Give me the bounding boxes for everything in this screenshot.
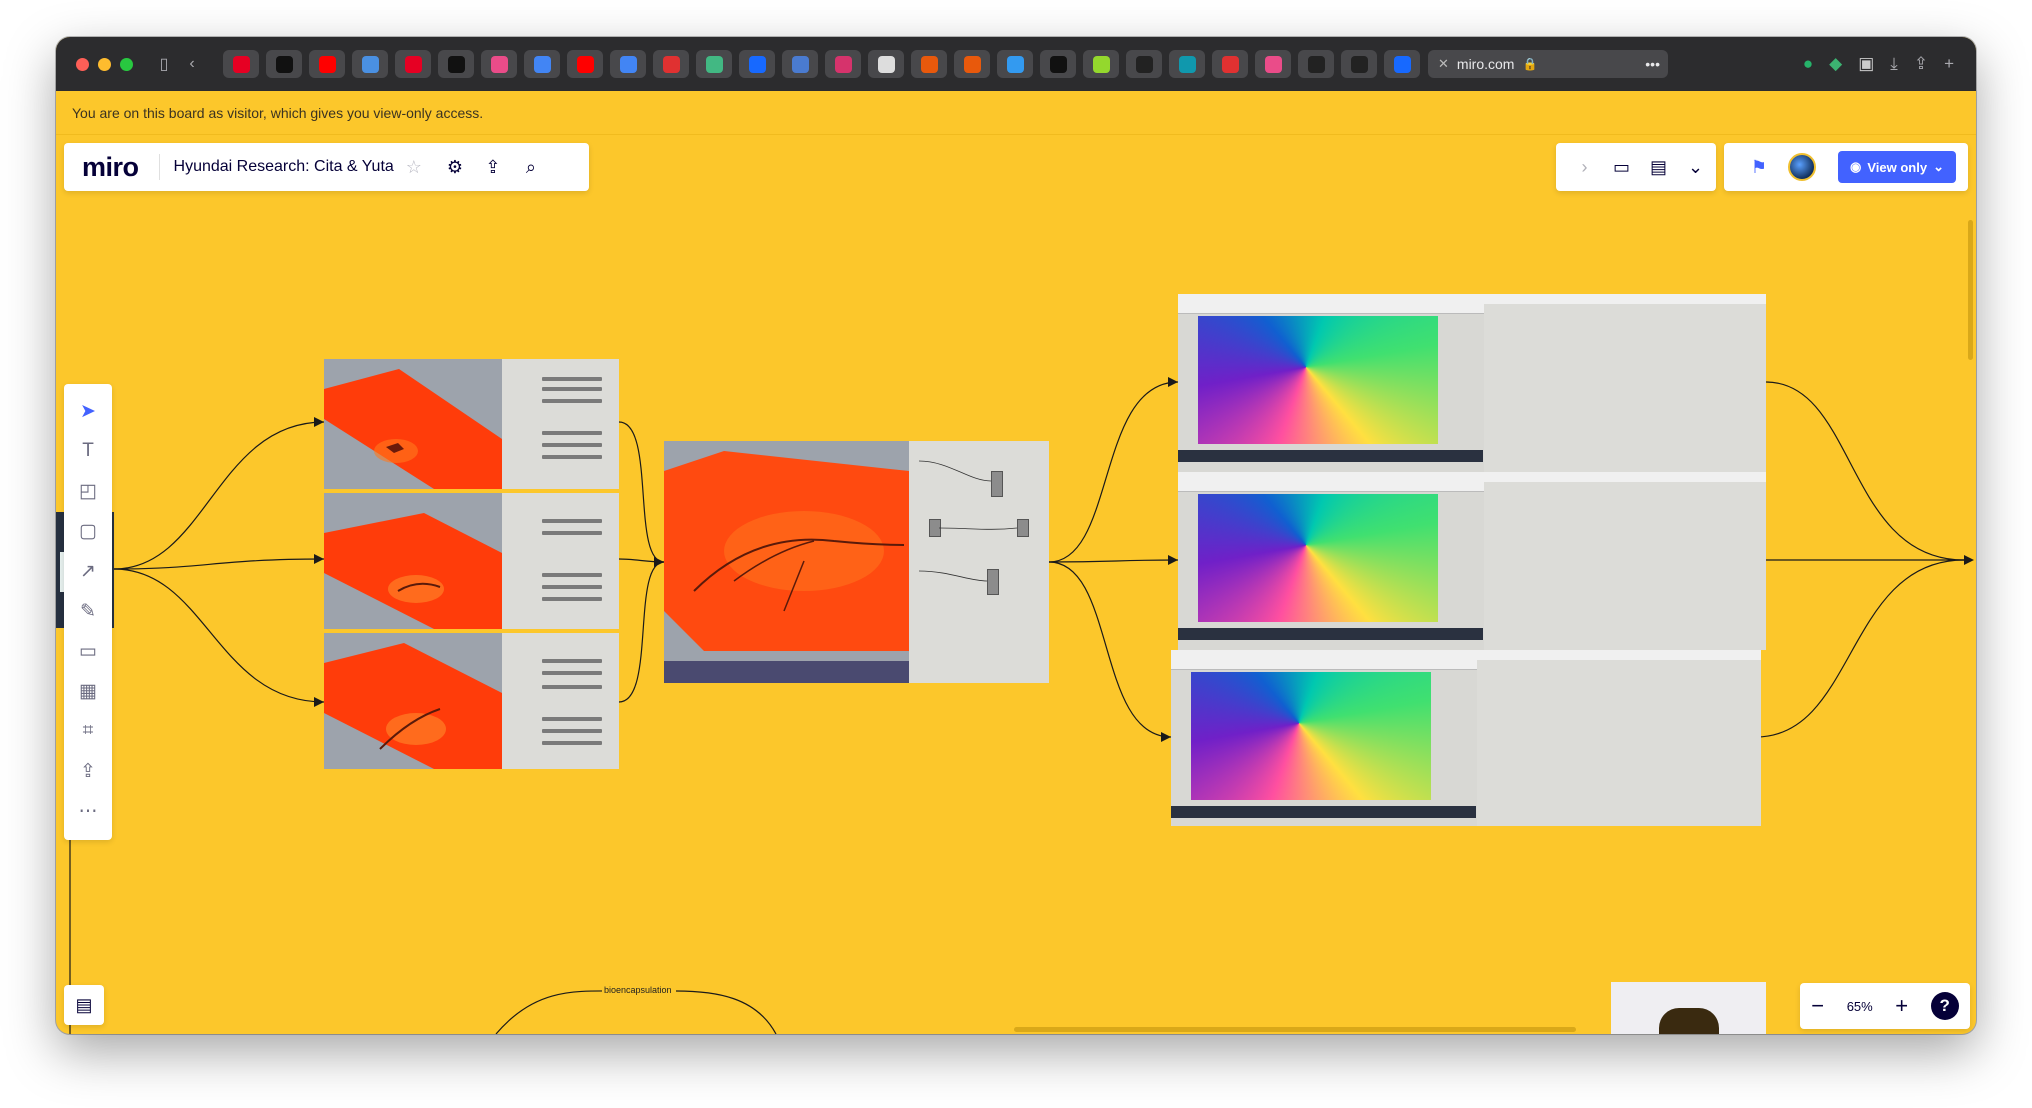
chevron-down-icon: ⌄: [1933, 159, 1944, 174]
connector: [618, 561, 665, 703]
connector: [1048, 559, 1179, 563]
board-image[interactable]: [324, 359, 619, 489]
board-outline-icon[interactable]: ▤: [64, 985, 104, 1025]
arrowhead: [1161, 732, 1171, 742]
board-image[interactable]: [1178, 294, 1766, 472]
chevron-right-icon[interactable]: ›: [1570, 152, 1599, 182]
connector: [618, 421, 665, 563]
zoom-in-button[interactable]: +: [1895, 993, 1908, 1019]
arrowhead: [314, 697, 324, 707]
arrowhead: [1168, 377, 1178, 387]
connector: [495, 990, 623, 1034]
chevron-down-icon[interactable]: ⌄: [1681, 152, 1710, 182]
more-tools-icon[interactable]: ⋯: [72, 796, 104, 826]
board-image-partial[interactable]: [1611, 982, 1766, 1034]
text-tool-icon[interactable]: T: [72, 436, 104, 466]
connector: [675, 990, 777, 1034]
connector: [1765, 381, 1965, 561]
connector: [1048, 381, 1179, 563]
arrowhead: [1964, 555, 1974, 565]
shape-tool-icon[interactable]: ▢: [72, 516, 104, 546]
connector-label[interactable]: bioencapsulation: [602, 985, 674, 995]
board-title[interactable]: Hyundai Research: Cita & Yuta: [174, 158, 394, 176]
share-toolbar: ⚑ ◉ View only ⌄: [1724, 143, 1968, 191]
zoom-out-button[interactable]: −: [1811, 993, 1824, 1019]
search-icon[interactable]: ⌕: [516, 152, 546, 182]
arrowhead: [314, 417, 324, 427]
export-icon[interactable]: ⇪: [478, 152, 508, 182]
select-tool-icon[interactable]: ➤: [72, 396, 104, 426]
collaboration-toolbar: › ▭ ▤ ⌄: [1556, 143, 1716, 191]
tools-panel: ➤ T ◰ ▢ ↗ ✎ ▭ ▦ ⌗ ⇪ ⋯: [64, 384, 112, 840]
zoom-level[interactable]: 65%: [1847, 999, 1873, 1014]
eye-icon: ◉: [1850, 159, 1862, 174]
divider: [158, 154, 160, 180]
comment-tool-icon[interactable]: ▭: [72, 636, 104, 666]
presentation-icon[interactable]: ▭: [1607, 152, 1636, 182]
connector: [1755, 559, 1965, 738]
sticky-note-icon[interactable]: ◰: [72, 476, 104, 506]
connector-tool-icon[interactable]: ↗: [72, 556, 104, 586]
board-image[interactable]: [324, 633, 619, 769]
help-button[interactable]: ?: [1930, 992, 1959, 1020]
connector: [113, 558, 325, 570]
pen-tool-icon[interactable]: ✎: [72, 596, 104, 626]
arrowhead: [654, 557, 664, 567]
board-image[interactable]: [1178, 472, 1766, 650]
avatar[interactable]: [1788, 153, 1816, 181]
reactions-icon[interactable]: ⚑: [1744, 152, 1774, 182]
upload-icon[interactable]: ⇪: [72, 756, 104, 786]
arrowhead: [1168, 555, 1178, 565]
notes-icon[interactable]: ▤: [1644, 152, 1673, 182]
frame-tool-icon[interactable]: ⌗: [72, 716, 104, 746]
settings-icon[interactable]: ⚙: [440, 152, 470, 182]
horizontal-scrollbar[interactable]: [1014, 1027, 1576, 1032]
templates-icon[interactable]: ▦: [72, 676, 104, 706]
connector: [1048, 561, 1172, 738]
connector: [113, 568, 325, 703]
board-image[interactable]: [664, 441, 1049, 683]
view-only-label: View only: [1867, 159, 1928, 175]
browser-window: ▯ ‹ ✕ miro.com 🔒 ••• ● ◆ ▣ ⤓ ⇪ + You are…: [56, 37, 1976, 1034]
vertical-scrollbar[interactable]: [1968, 220, 1973, 360]
board-header: miro Hyundai Research: Cita & Yuta ☆ ⚙ ⇪…: [64, 143, 589, 191]
zoom-controls: − 65% + ?: [1800, 983, 1970, 1029]
view-only-button[interactable]: ◉ View only ⌄: [1838, 151, 1956, 183]
star-icon[interactable]: ☆: [406, 157, 422, 178]
miro-logo[interactable]: miro: [82, 152, 139, 183]
board-image[interactable]: [1171, 650, 1761, 826]
connector: [113, 421, 325, 570]
board-image[interactable]: [324, 493, 619, 629]
arrowhead: [314, 554, 324, 564]
